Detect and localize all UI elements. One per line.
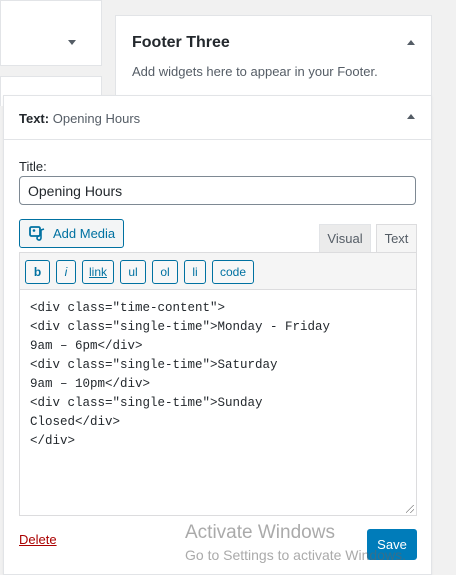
activate-windows-subtitle: Go to Settings to activate Windows. bbox=[185, 547, 406, 563]
code-line: <div class="single-time">Sunday bbox=[30, 396, 263, 410]
footer-three-area: Footer Three Add widgets here to appear … bbox=[115, 15, 432, 105]
chevron-up-icon[interactable] bbox=[407, 114, 415, 119]
title-label: Title: bbox=[19, 159, 47, 174]
italic-button[interactable]: i bbox=[56, 260, 76, 284]
tab-visual[interactable]: Visual bbox=[319, 224, 371, 252]
add-media-label: Add Media bbox=[53, 226, 116, 241]
editor: b i link ul ol li code <div class="time-… bbox=[19, 252, 417, 516]
chevron-down-icon[interactable] bbox=[68, 40, 76, 45]
li-button[interactable]: li bbox=[184, 260, 206, 284]
tab-text[interactable]: Text bbox=[376, 224, 417, 253]
link-button[interactable]: link bbox=[82, 260, 114, 284]
bold-button[interactable]: b bbox=[25, 260, 50, 284]
media-icon bbox=[29, 226, 45, 241]
resize-handle-icon[interactable] bbox=[406, 505, 414, 513]
widget-title-name: Opening Hours bbox=[52, 111, 141, 126]
code-line: Closed</div> bbox=[30, 415, 121, 429]
code-line: 9am – 6pm</div> bbox=[30, 339, 143, 353]
activate-windows-title: Activate Windows bbox=[185, 522, 335, 543]
code-line: <div class="single-time">Monday - Friday bbox=[30, 320, 331, 334]
delete-link[interactable]: Delete bbox=[19, 532, 57, 547]
ol-button[interactable]: ol bbox=[152, 260, 178, 284]
code-line: 9am – 10pm</div> bbox=[30, 377, 151, 391]
title-input[interactable] bbox=[19, 176, 416, 205]
add-media-button[interactable]: Add Media bbox=[19, 219, 124, 248]
code-line: <div class="time-content"> bbox=[30, 301, 226, 315]
widget-area-collapsed[interactable] bbox=[0, 0, 102, 66]
widget-header[interactable]: Text: Opening Hours bbox=[4, 96, 431, 140]
ul-button[interactable]: ul bbox=[120, 260, 146, 284]
content-textarea[interactable]: <div class="time-content"> <div class="s… bbox=[20, 290, 416, 515]
footer-three-description: Add widgets here to appear in your Foote… bbox=[132, 64, 378, 79]
chevron-up-icon[interactable] bbox=[407, 40, 415, 45]
widget-type: Text: bbox=[19, 111, 50, 126]
code-line: </div> bbox=[30, 434, 76, 448]
text-widget: Text: Opening Hours Title: Add Media Vis… bbox=[3, 95, 432, 575]
quicktags-toolbar: b i link ul ol li code bbox=[20, 253, 416, 290]
widget-title: Text: Opening Hours bbox=[19, 111, 140, 126]
code-line: <div class="single-time">Saturday bbox=[30, 358, 278, 372]
code-button[interactable]: code bbox=[212, 260, 254, 284]
footer-three-title[interactable]: Footer Three bbox=[132, 34, 230, 52]
